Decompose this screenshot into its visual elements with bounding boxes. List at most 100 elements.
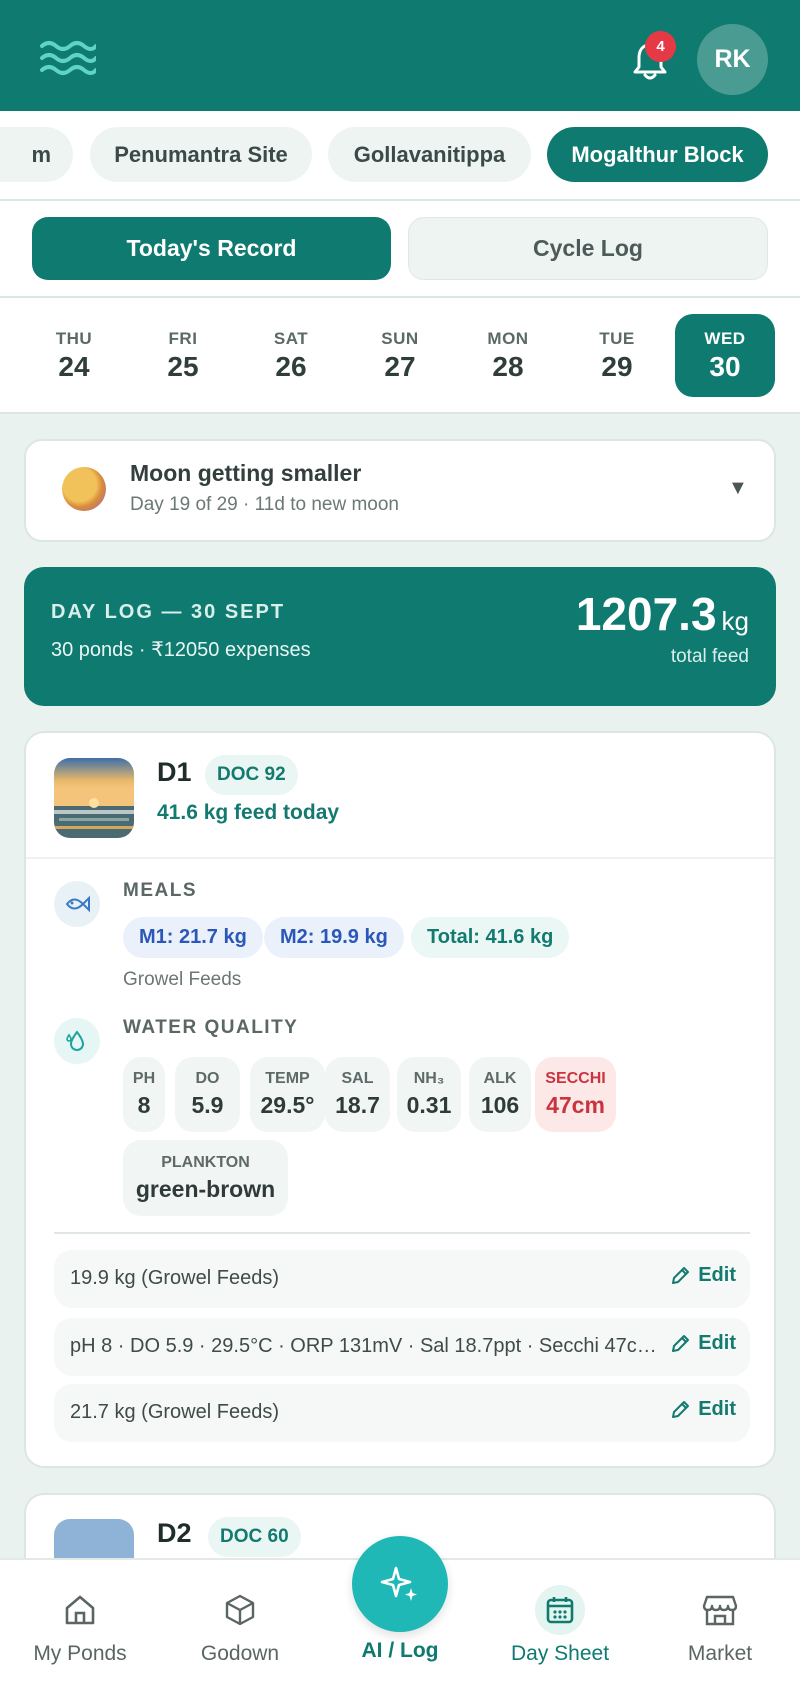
wq-label: SAL	[341, 1070, 374, 1087]
wq-value: 5.9	[191, 1092, 224, 1118]
doc-badge: DOC 92	[205, 755, 298, 795]
wq-value: 8	[137, 1092, 151, 1118]
moon-phase-card[interactable]: Moon getting smaller Day 19 of 29 · 11d …	[24, 439, 776, 542]
day-log-subtitle: 30 ponds · ₹12050 expenses	[51, 639, 311, 661]
meals-title: MEALS	[123, 880, 197, 901]
nav-godown[interactable]: Godown	[160, 1560, 320, 1707]
nav-my-ponds[interactable]: My Ponds	[0, 1560, 160, 1707]
ai-log-label: AI / Log	[361, 1639, 439, 1662]
pencil-icon	[672, 1400, 690, 1418]
day-number: 28	[492, 350, 524, 382]
wq-label: PLANKTON	[161, 1153, 250, 1171]
wq-value: 106	[480, 1092, 520, 1118]
wq-value: 0.31	[406, 1092, 452, 1118]
notification-badge: 4	[645, 31, 676, 62]
wq-nh3: NH₃ 0.31	[397, 1057, 461, 1132]
wq-ph: PH 8	[123, 1057, 165, 1132]
day-number: 27	[384, 350, 416, 382]
day-number: 24	[58, 350, 90, 382]
site-chip-penumantra[interactable]: Penumantra Site	[90, 127, 312, 182]
meal-chip-m1: M1: 21.7 kg	[123, 917, 263, 958]
moon-title: Moon getting smaller	[130, 460, 362, 486]
day-mon[interactable]: MON 28	[458, 314, 558, 397]
wq-value: 29.5°	[260, 1092, 315, 1118]
log-entry[interactable]: 19.9 kg (Growel Feeds) Edit	[54, 1250, 750, 1308]
wq-plankton: PLANKTON green-brown	[123, 1140, 288, 1216]
nav-day-sheet[interactable]: Day Sheet	[480, 1560, 640, 1707]
water-drop-icon	[54, 1018, 100, 1064]
site-selector: m Penumantra Site Gollavanitippa Mogalth…	[0, 111, 800, 201]
record-tabs: Today's Record Cycle Log	[0, 201, 800, 298]
nav-label: My Ponds	[33, 1642, 127, 1665]
wq-alk: ALK 106	[469, 1057, 531, 1132]
log-entry-text: 21.7 kg (Growel Feeds)	[70, 1401, 279, 1423]
wq-value: 18.7	[335, 1092, 380, 1118]
wq-value: green-brown	[135, 1175, 276, 1202]
nav-label: Market	[687, 1642, 753, 1665]
fish-icon	[54, 881, 100, 927]
day-number: 29	[601, 350, 633, 382]
day-log-title: DAY LOG — 30 SEPT	[51, 601, 286, 623]
meal-chip-total: Total: 41.6 kg	[411, 917, 570, 958]
day-number: 26	[275, 350, 307, 382]
day-thu[interactable]: THU 24	[24, 314, 124, 397]
pond-thumbnail	[54, 758, 134, 838]
day-sat[interactable]: SAT 26	[241, 314, 341, 397]
moon-icon	[62, 467, 106, 511]
edit-label: Edit	[698, 1264, 736, 1286]
edit-label: Edit	[698, 1398, 736, 1420]
site-chip-mogalthur[interactable]: Mogalthur Block	[547, 127, 768, 182]
site-chip-gollavanitippa[interactable]: Gollavanitippa	[328, 127, 531, 182]
wq-label: NH₃	[413, 1070, 445, 1087]
wq-label: ALK	[483, 1070, 517, 1087]
site-chip[interactable]: m	[0, 127, 73, 182]
wq-label: SECCHI	[545, 1070, 606, 1087]
day-selector: THU 24 FRI 25 SAT 26 SUN 27 MON 28 TUE 2…	[0, 298, 800, 414]
day-fri[interactable]: FRI 25	[133, 314, 233, 397]
pond-header[interactable]: D1 DOC 92 41.6 kg feed today	[26, 733, 774, 859]
wq-sal: SAL 18.7	[325, 1057, 390, 1132]
top-bar: 4 RK	[0, 0, 800, 111]
doc-badge: DOC 60	[208, 1517, 301, 1557]
total-feed-value: 1207.3 kg	[576, 587, 749, 641]
log-entry[interactable]: 21.7 kg (Growel Feeds) Edit	[54, 1384, 750, 1442]
box-icon	[220, 1590, 260, 1630]
nav-label: Godown	[200, 1642, 280, 1665]
day-tue[interactable]: TUE 29	[567, 314, 667, 397]
day-label: SUN	[381, 328, 419, 348]
edit-button[interactable]: Edit	[669, 1332, 736, 1355]
user-avatar[interactable]: RK	[697, 24, 768, 95]
pond-card-d1: D1 DOC 92 41.6 kg feed today MEALS M1: 2…	[24, 731, 776, 1468]
day-log-summary: DAY LOG — 30 SEPT 30 ponds · ₹12050 expe…	[24, 567, 776, 706]
moon-subtitle: Day 19 of 29 · 11d to new moon	[130, 494, 399, 515]
tab-todays-record[interactable]: Today's Record	[32, 217, 391, 280]
meal-chip-m2: M2: 19.9 kg	[264, 917, 404, 958]
chevron-down-icon[interactable]: ▼	[728, 477, 748, 500]
day-label: SAT	[273, 328, 309, 348]
day-label: WED	[704, 328, 746, 348]
log-entry[interactable]: pH 8 · DO 5.9 · 29.5°C · ORP 131mV · Sal…	[54, 1318, 750, 1376]
day-wed-selected[interactable]: WED 30	[675, 314, 775, 397]
edit-label: Edit	[698, 1332, 736, 1354]
tab-cycle-log[interactable]: Cycle Log	[408, 217, 768, 280]
day-sun[interactable]: SUN 27	[350, 314, 450, 397]
day-number: 25	[167, 350, 199, 382]
edit-button[interactable]: Edit	[669, 1264, 736, 1287]
pencil-icon	[672, 1266, 690, 1284]
wq-do: DO 5.9	[175, 1057, 240, 1132]
day-label: TUE	[599, 328, 635, 348]
wq-label: TEMP	[265, 1070, 310, 1087]
waves-logo-icon[interactable]	[40, 40, 96, 76]
feed-today: 41.6 kg feed today	[157, 801, 340, 824]
edit-button[interactable]: Edit	[669, 1398, 736, 1421]
wq-label: PH	[132, 1070, 156, 1087]
day-label: FRI	[168, 328, 198, 348]
wq-value: 47cm	[546, 1092, 605, 1118]
ai-log-button[interactable]	[352, 1536, 448, 1632]
wq-label: DO	[195, 1070, 220, 1087]
nav-market[interactable]: Market	[640, 1560, 800, 1707]
total-feed-number: 1207.3	[575, 588, 717, 640]
calendar-icon	[535, 1585, 585, 1635]
store-icon	[700, 1590, 740, 1630]
water-quality-title: WATER QUALITY	[123, 1017, 299, 1038]
